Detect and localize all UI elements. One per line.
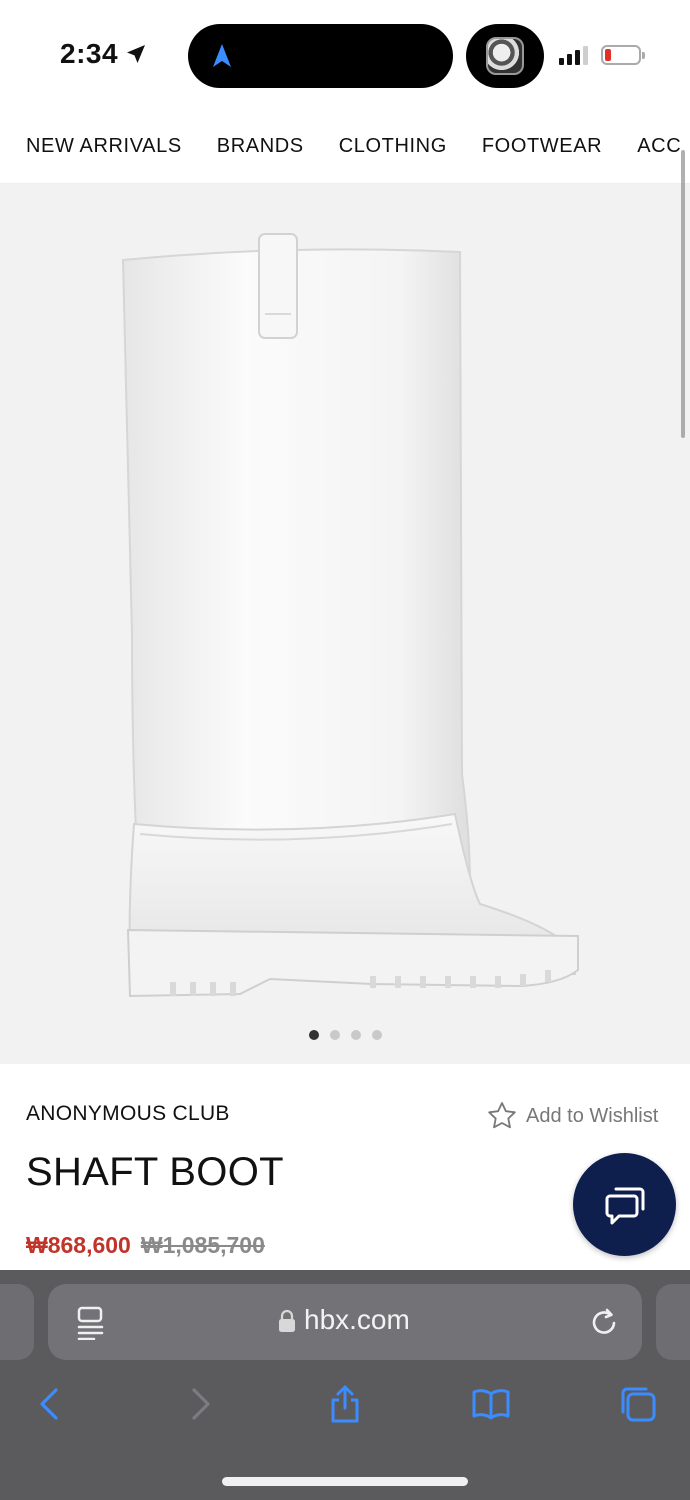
address-bar[interactable]: hbx.com xyxy=(48,1284,642,1360)
product-name: SHAFT BOOT xyxy=(26,1150,284,1194)
status-time-text: 2:34 xyxy=(60,38,119,69)
category-nav: NEW ARRIVALS BRANDS CLOTHING FOOTWEAR AC… xyxy=(0,110,690,184)
now-playing-island xyxy=(466,24,544,88)
add-to-wishlist-button[interactable]: Add to Wishlist xyxy=(486,1100,658,1132)
back-button[interactable] xyxy=(28,1382,72,1426)
chat-button[interactable] xyxy=(573,1153,676,1256)
status-time: 2:34 xyxy=(60,38,148,70)
home-indicator[interactable] xyxy=(222,1477,468,1486)
bookmarks-button[interactable] xyxy=(469,1382,513,1426)
tabs-icon xyxy=(621,1387,656,1422)
page-scrollbar[interactable] xyxy=(681,150,685,438)
forward-button[interactable] xyxy=(178,1382,222,1426)
share-button[interactable] xyxy=(323,1382,367,1426)
nav-new-arrivals[interactable]: NEW ARRIVALS xyxy=(26,135,182,158)
bookmarks-icon xyxy=(472,1389,510,1420)
now-playing-avatar xyxy=(486,37,524,75)
navigation-arrow-icon xyxy=(213,44,231,67)
product-image-boot xyxy=(121,233,579,998)
nav-brands[interactable]: BRANDS xyxy=(217,135,304,158)
status-bar: 2:34 xyxy=(0,0,690,110)
back-icon xyxy=(40,1388,58,1420)
wishlist-label: Add to Wishlist xyxy=(526,1104,659,1127)
nav-footwear[interactable]: FOOTWEAR xyxy=(482,135,602,158)
nav-accessories[interactable]: ACC xyxy=(637,135,681,158)
product-prices: ₩868,600 ₩1,085,700 xyxy=(26,1232,265,1259)
carousel-dots xyxy=(0,1030,690,1040)
battery-icon xyxy=(601,45,645,65)
product-image-carousel[interactable] xyxy=(0,184,690,1064)
tabs-button[interactable] xyxy=(616,1382,660,1426)
carousel-dot-2[interactable] xyxy=(329,1030,340,1040)
sale-price: ₩868,600 xyxy=(26,1232,131,1258)
product-brand[interactable]: ANONYMOUS CLUB xyxy=(26,1102,230,1126)
previous-tab-peek[interactable] xyxy=(0,1284,34,1360)
url-text: hbx.com xyxy=(304,1304,410,1335)
forward-icon xyxy=(192,1388,210,1420)
share-icon xyxy=(331,1385,359,1423)
chat-bubbles-icon xyxy=(605,1187,644,1224)
location-arrow-icon xyxy=(127,45,146,63)
next-tab-peek[interactable] xyxy=(656,1284,690,1360)
original-price: ₩1,085,700 xyxy=(140,1232,265,1258)
lock-icon xyxy=(279,1309,295,1332)
nav-clothing[interactable]: CLOTHING xyxy=(339,135,447,158)
carousel-dot-4[interactable] xyxy=(371,1030,382,1040)
cellular-signal-icon xyxy=(559,46,588,65)
reader-icon[interactable] xyxy=(76,1306,106,1340)
star-icon xyxy=(488,1102,516,1129)
dynamic-island xyxy=(188,24,453,88)
carousel-dot-3[interactable] xyxy=(350,1030,361,1040)
reload-icon[interactable] xyxy=(588,1306,620,1338)
carousel-dot-1[interactable] xyxy=(308,1030,319,1040)
